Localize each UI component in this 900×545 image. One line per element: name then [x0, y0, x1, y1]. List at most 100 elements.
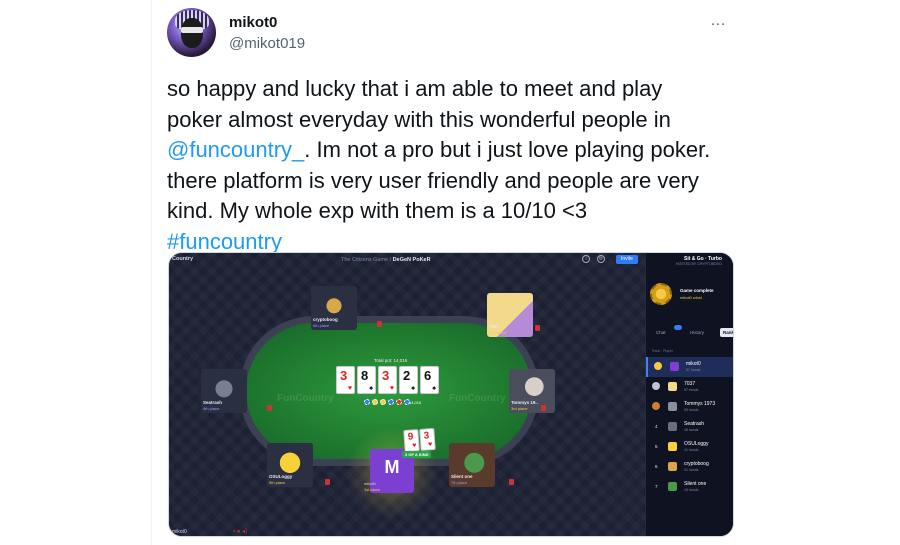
rank-row: 4 Seatrash 48 hands — [646, 417, 733, 437]
chip-icon — [396, 399, 402, 405]
col-player: Player — [663, 349, 674, 353]
author-handle[interactable]: @mikot019 — [229, 35, 305, 52]
tweet-line: @funcountry_. Im not a pro but i just lo… — [167, 135, 767, 166]
invite-button: Invite — [616, 255, 638, 264]
seat-name: Silent one — [451, 474, 473, 479]
player-icon — [668, 402, 677, 411]
board-card: 8 ♠ — [357, 366, 376, 394]
trophy-coin-icon — [650, 283, 672, 305]
tournament-panel: Sit & Go · Turbo HOSTED BY CRYPTOBOOG Ga… — [645, 253, 733, 536]
tweet: mikot0 @mikot019 … so happy and lucky th… — [0, 0, 900, 545]
poker-game-screen: Country The Citizens Game / DeGeN PoKeR … — [169, 253, 645, 536]
felt-logo: FunCountry — [277, 393, 334, 404]
tweet-text: so happy and lucky that i am able to mee… — [167, 74, 767, 257]
seat-place: 4th place — [203, 406, 220, 411]
player-icon — [668, 462, 677, 471]
seat-7037: 7037 2nd place — [487, 293, 533, 337]
player-icon — [668, 422, 677, 431]
card-back-icon — [377, 321, 382, 327]
tweet-line: so happy and lucky that i am able to mee… — [167, 76, 663, 101]
rank-hands: 57 hands — [684, 388, 699, 392]
current-user: mikot0 — [172, 529, 187, 535]
card-rank: 2 — [403, 368, 411, 383]
avatar[interactable] — [167, 8, 216, 57]
tab-chat: Chat — [656, 330, 666, 335]
seat-name: 7037 — [489, 324, 500, 329]
seat-name: Seatrash — [203, 400, 223, 405]
felt-logo: FunCountry — [449, 393, 506, 404]
mention-link[interactable]: @funcountry_ — [167, 137, 304, 162]
seat-tommys: Tommys 19.. 3rd place — [509, 369, 555, 413]
card-back-icon — [509, 479, 514, 485]
tweet-line-rest: . Im not a pro but i just love playing p… — [304, 137, 711, 162]
rank-hands: 41 hands — [684, 448, 699, 452]
player-icon — [668, 442, 677, 451]
rank-row: Tommys 1973 55 hands — [646, 397, 733, 417]
hole-card: 9 ♥ — [403, 429, 420, 453]
rank-row: mikot0 57 hands — [646, 357, 733, 377]
tweet-media-image[interactable]: Country The Citizens Game / DeGeN PoKeR … — [168, 252, 734, 537]
rank-name: Silent one — [684, 481, 707, 487]
hero-name: mikot0 — [364, 481, 376, 486]
rank-name: Tommys 1973 — [684, 401, 716, 407]
gear-icon: ⚙ — [597, 255, 605, 263]
tab-history: History — [690, 330, 705, 335]
card-rank: 9 — [407, 431, 414, 443]
more-options-icon[interactable]: … — [710, 12, 727, 30]
rank-name: Seatrash — [684, 421, 705, 427]
card-suit: ♥ — [389, 385, 394, 392]
card-suit: ♥ — [427, 441, 433, 449]
chip-icon — [364, 399, 370, 405]
gold-medal-icon — [654, 362, 662, 370]
author-name[interactable]: mikot0 — [229, 14, 277, 31]
rank-name: OSULoggy — [684, 441, 709, 447]
board-card: 3 ♥ — [378, 366, 397, 394]
rank-hands: 31 hands — [684, 468, 699, 472]
card-back-icon — [267, 405, 272, 411]
chip-icon — [380, 399, 386, 405]
rank-hands: 57 hands — [686, 368, 701, 372]
avatar-glasses — [181, 27, 203, 33]
seat-name: cryptoboog — [313, 317, 338, 322]
player-icon — [668, 482, 677, 491]
tweet-line: kind. My whole exp with them is a 10/10 … — [167, 198, 588, 223]
winner-label: mikot0 wins! — [680, 295, 703, 300]
player-icon — [668, 382, 677, 391]
panel-subtitle: HOSTED BY CRYPTOBOOG — [676, 262, 723, 266]
card-back-icon — [325, 479, 330, 485]
chip-stack — [364, 399, 410, 405]
rank-name: mikot0 — [686, 361, 701, 367]
rank-row: 6 cryptoboog 31 hands — [646, 457, 733, 477]
hero-hole-cards: 9 ♥ 3 ♥ — [403, 427, 436, 453]
rank-position: 6 — [655, 464, 658, 469]
card-suit: ♠ — [369, 385, 373, 392]
seat-place: 6th place — [313, 323, 330, 328]
card-back-icon — [535, 325, 540, 331]
game-complete-label: Game complete — [680, 288, 714, 293]
bronze-medal-icon — [652, 402, 660, 410]
brand-label: Country — [172, 256, 194, 262]
seat-cryptoboog: cryptoboog 6th place — [311, 286, 357, 330]
player-icon — [670, 362, 679, 371]
seat-seatrash: Seatrash 4th place — [201, 369, 247, 413]
hole-card: 3 ♥ — [419, 427, 436, 451]
community-cards: 3 ♥ 8 ♠ 3 ♥ 2 ♠ 6 ♠ — [336, 366, 439, 394]
card-rank: 3 — [382, 368, 390, 383]
seat-place: 2nd place — [489, 330, 507, 335]
rank-hands: 48 hands — [684, 428, 699, 432]
chat-badge — [674, 325, 682, 330]
info-icon: i — [582, 255, 590, 263]
tweet-line: there platform is very user friendly and… — [167, 167, 699, 193]
panel-tabs: Chat History Rank — [650, 325, 733, 340]
chip-icon — [372, 399, 378, 405]
seat-name: Tommys 19.. — [511, 400, 538, 405]
rank-hands: 55 hands — [684, 408, 699, 412]
breadcrumb-room: DeGeN PoKeR — [392, 257, 431, 263]
rank-row: 7 Silent one 18 hands — [646, 477, 733, 497]
timeline-divider — [151, 0, 152, 545]
seat-silent-one: Silent one 7th place — [449, 443, 495, 487]
card-suit: ♥ — [347, 385, 352, 392]
rank-name: cryptoboog — [684, 461, 709, 467]
board-card: 2 ♠ — [399, 366, 418, 394]
card-rank: 8 — [361, 368, 369, 383]
